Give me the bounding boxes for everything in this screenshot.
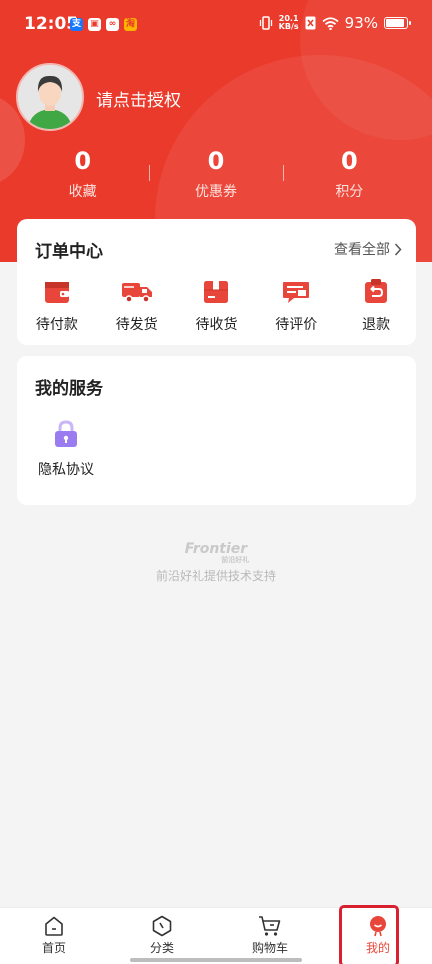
service-item-label: 隐私协议 (38, 462, 94, 478)
vibrate-icon (259, 16, 272, 30)
stat-value: 0 (74, 147, 92, 175)
tech-support-footer: Frontier 前沿好礼 前沿好礼提供技术支持 (0, 538, 432, 584)
review-icon (283, 282, 310, 303)
order-pending-payment[interactable]: 待付款 (17, 277, 97, 334)
stat-favorites[interactable]: 0 收藏 (16, 145, 149, 205)
home-indicator (130, 958, 302, 962)
cart-icon (259, 916, 281, 936)
home-icon (45, 916, 63, 936)
lock-icon (55, 420, 77, 447)
stat-label: 积分 (335, 184, 364, 200)
view-all-label: 查看全部 (334, 242, 390, 258)
weibo-icon: ∞ (106, 18, 119, 31)
stat-label: 收藏 (68, 184, 97, 200)
chevron-right-icon (394, 242, 402, 256)
my-services-title: 我的服务 (35, 379, 103, 399)
stat-value: 0 (340, 147, 358, 175)
order-pending-shipment[interactable]: 待发货 (97, 277, 177, 334)
login-prompt[interactable]: 请点击授权 (96, 86, 181, 111)
app-notification-icon: ▣ (88, 18, 101, 31)
order-item-label: 待评价 (275, 317, 318, 333)
frontier-logo: Frontier 前沿好礼 (185, 541, 249, 564)
tab-label: 购物车 (251, 941, 288, 955)
order-center-card: 订单中心 查看全部 待付款 待发货 待收货 待评价 退款 (17, 219, 416, 345)
wallet-icon (44, 282, 69, 303)
order-item-label: 待付款 (35, 317, 78, 333)
stat-points[interactable]: 0 积分 (282, 145, 416, 205)
order-center-title: 订单中心 (35, 242, 103, 262)
order-pending-receipt[interactable]: 待收货 (177, 277, 257, 334)
tab-category[interactable]: 分类 (108, 908, 216, 964)
stat-value: 0 (207, 147, 225, 175)
refund-icon (365, 279, 388, 303)
tab-highlight-frame (339, 905, 399, 964)
order-pending-review[interactable]: 待评价 (256, 277, 336, 334)
status-bar: 12:05 支 ▣ ∞ 淘 20.1 KB/s 93% (0, 0, 432, 50)
battery-icon (384, 17, 411, 29)
box-icon (204, 281, 229, 303)
order-refund[interactable]: 退款 (336, 277, 416, 334)
tab-label: 分类 (149, 941, 174, 955)
alipay-icon: 支 (70, 18, 83, 31)
tab-label: 首页 (41, 941, 66, 955)
stat-label: 优惠券 (194, 184, 237, 200)
battery-fill (386, 19, 404, 27)
privacy-agreement-item[interactable]: 隐私协议 (35, 420, 97, 479)
order-item-label: 退款 (362, 317, 391, 333)
net-speed: 20.1 KB/s (279, 15, 299, 31)
tab-home[interactable]: 首页 (0, 908, 108, 964)
bottom-tab-bar: 首页 分类 购物车 我的 (0, 905, 432, 964)
divider (149, 165, 151, 181)
net-speed-unit: KB/s (278, 22, 299, 31)
order-item-label: 待收货 (195, 317, 238, 333)
wifi-icon (322, 16, 339, 30)
avatar[interactable] (16, 63, 84, 131)
support-text: 前沿好礼提供技术支持 (155, 569, 276, 583)
truck-icon (121, 283, 152, 303)
sim-icon (305, 16, 316, 30)
my-services-card: 我的服务 隐私协议 (17, 356, 416, 505)
order-item-label: 待发货 (115, 317, 158, 333)
divider (282, 165, 284, 181)
stats-row: 0 收藏 0 优惠券 0 积分 (16, 145, 416, 205)
taobao-icon: 淘 (124, 18, 137, 31)
tab-mine[interactable]: 我的 (324, 905, 432, 964)
view-all-orders-link[interactable]: 查看全部 (334, 239, 402, 259)
battery-percent: 93% (344, 14, 378, 32)
tab-cart[interactable]: 购物车 (216, 908, 324, 964)
default-avatar-icon (18, 65, 82, 129)
brand-name-cn: 前沿好礼 (221, 556, 250, 564)
category-icon (152, 915, 172, 937)
stat-coupons[interactable]: 0 优惠券 (149, 145, 282, 205)
